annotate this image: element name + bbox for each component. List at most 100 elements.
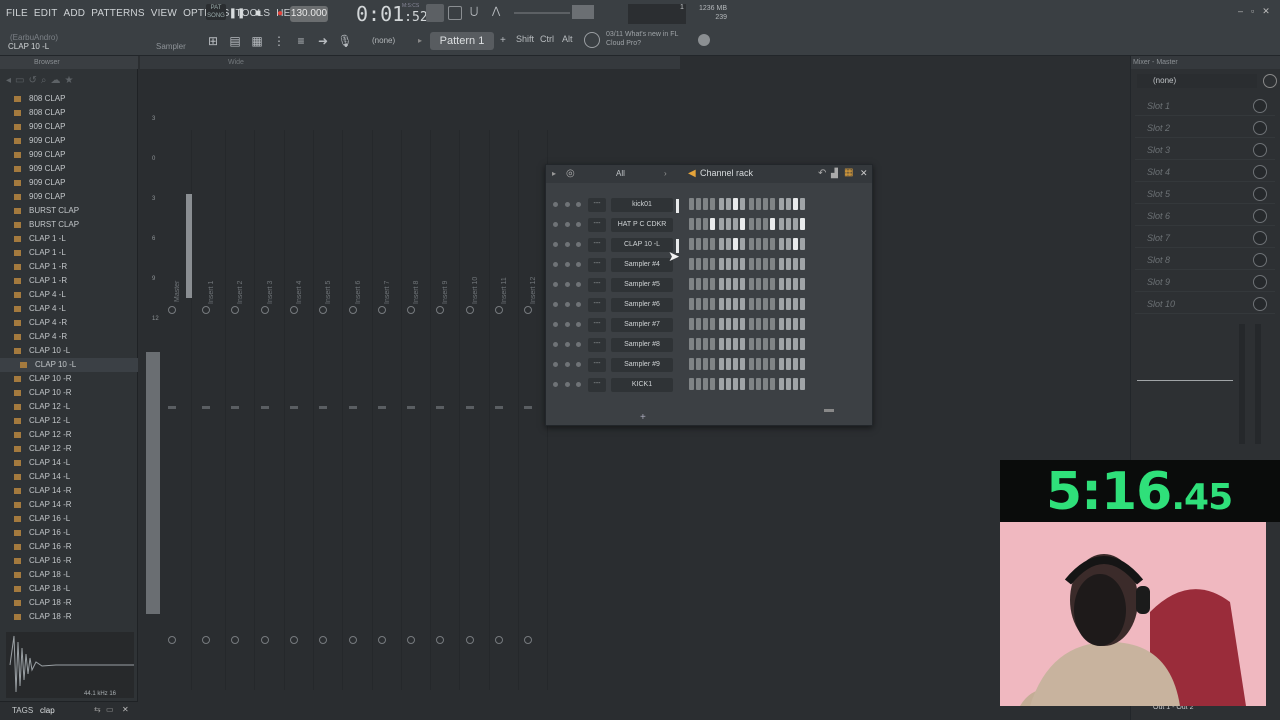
step-button[interactable] [763,358,768,370]
step-button[interactable] [710,318,715,330]
step-button[interactable] [740,218,745,230]
channel-row[interactable]: --- Sampler #9 [546,355,872,375]
step-button[interactable] [779,218,784,230]
step-button[interactable] [793,298,798,310]
input-selector[interactable]: (none) [1137,74,1257,88]
insert-strip[interactable] [405,130,432,690]
plugin-picker-icon[interactable]: ≡ [292,32,310,50]
volume-fader[interactable] [436,406,445,409]
step-button[interactable] [793,218,798,230]
mixer-track-selector[interactable]: --- [588,318,606,332]
file-item[interactable]: 909 CLAP [0,134,138,148]
step-button[interactable] [800,198,805,210]
step-button[interactable] [749,278,754,290]
step-button[interactable] [726,358,731,370]
file-item[interactable]: CLAP 1 -R [0,260,138,274]
pan-knob[interactable] [565,382,570,387]
volume-knob[interactable] [576,242,581,247]
master-pitch-slider[interactable] [514,12,570,14]
step-button[interactable] [793,198,798,210]
route-knob[interactable] [289,636,298,644]
step-button[interactable] [703,318,708,330]
mute-led[interactable] [553,222,558,227]
playlist-icon[interactable]: ⊞ [204,32,222,50]
step-button[interactable] [786,258,791,270]
step-button[interactable] [719,198,724,210]
step-button[interactable] [733,338,738,350]
file-item[interactable]: CLAP 18 -R [0,610,138,624]
step-button[interactable] [710,378,715,390]
step-button[interactable] [786,358,791,370]
step-button[interactable] [726,258,731,270]
step-button[interactable] [749,318,754,330]
file-item[interactable]: CLAP 12 -L [0,414,138,428]
step-button[interactable] [733,318,738,330]
step-button[interactable] [749,238,754,250]
file-item[interactable]: 808 CLAP [0,106,138,120]
step-button[interactable] [719,238,724,250]
slot-mix-knob[interactable] [1253,297,1267,311]
search-icon[interactable]: ⌕ [41,75,47,87]
step-button[interactable] [749,298,754,310]
step-button[interactable] [710,238,715,250]
step-button[interactable] [689,278,694,290]
file-item[interactable]: CLAP 4 -L [0,288,138,302]
volume-knob[interactable] [576,282,581,287]
filter-arrow-icon[interactable]: › [664,169,667,178]
add-pattern-icon[interactable]: + [500,35,506,46]
volume-knob[interactable] [576,202,581,207]
mixer-track-selector[interactable]: --- [588,298,606,312]
step-button[interactable] [770,358,775,370]
volume-knob[interactable] [576,222,581,227]
rack-close-icon[interactable]: ✕ [860,168,868,179]
step-button[interactable] [719,218,724,230]
channel-name-button[interactable]: Sampler #9 [611,358,673,372]
pan-knob[interactable] [289,306,298,314]
step-button[interactable] [733,238,738,250]
file-item[interactable]: CLAP 10 -R [0,386,138,400]
step-button[interactable] [793,258,798,270]
step-button[interactable] [749,378,754,390]
channel-name-button[interactable]: Sampler #6 [611,298,673,312]
slot-mix-knob[interactable] [1253,253,1267,267]
step-button[interactable] [726,218,731,230]
step-button[interactable] [689,318,694,330]
step-button[interactable] [763,258,768,270]
step-button[interactable] [763,278,768,290]
step-button[interactable] [779,338,784,350]
step-button[interactable] [726,318,731,330]
channel-row[interactable]: --- Sampler #7 [546,315,872,335]
maximize-icon[interactable]: ▫ [1251,6,1254,17]
step-button[interactable] [786,298,791,310]
step-button[interactable] [786,278,791,290]
route-knob[interactable] [202,636,210,644]
step-button[interactable] [696,318,701,330]
insert-strip[interactable] [288,130,314,690]
step-button[interactable] [733,198,738,210]
latency-icon[interactable] [1263,74,1277,88]
step-button[interactable] [733,258,738,270]
step-button[interactable] [703,198,708,210]
channel-row[interactable]: --- Sampler #4 [546,255,872,275]
step-button[interactable] [779,198,784,210]
undo-rack-icon[interactable]: ↶ [818,168,826,179]
step-button[interactable] [779,278,784,290]
step-button[interactable] [696,378,701,390]
pan-knob[interactable] [348,306,357,314]
step-button[interactable] [756,338,761,350]
file-item[interactable]: CLAP 10 -L [0,358,138,372]
pattern-prev-icon[interactable]: ▸ [418,36,422,45]
step-button[interactable] [726,298,731,310]
menu-patterns[interactable]: PATTERNS [91,8,144,19]
pan-knob[interactable] [495,306,503,314]
step-button[interactable] [726,198,731,210]
step-button[interactable] [733,218,738,230]
step-button[interactable] [740,258,745,270]
step-button[interactable] [696,358,701,370]
step-button[interactable] [800,218,805,230]
file-item[interactable]: 909 CLAP [0,190,138,204]
channel-name-button[interactable]: Sampler #4 [611,258,673,272]
clear-search-icon[interactable]: ✕ [122,705,129,714]
route-knob[interactable] [168,636,176,644]
step-button[interactable] [770,198,775,210]
